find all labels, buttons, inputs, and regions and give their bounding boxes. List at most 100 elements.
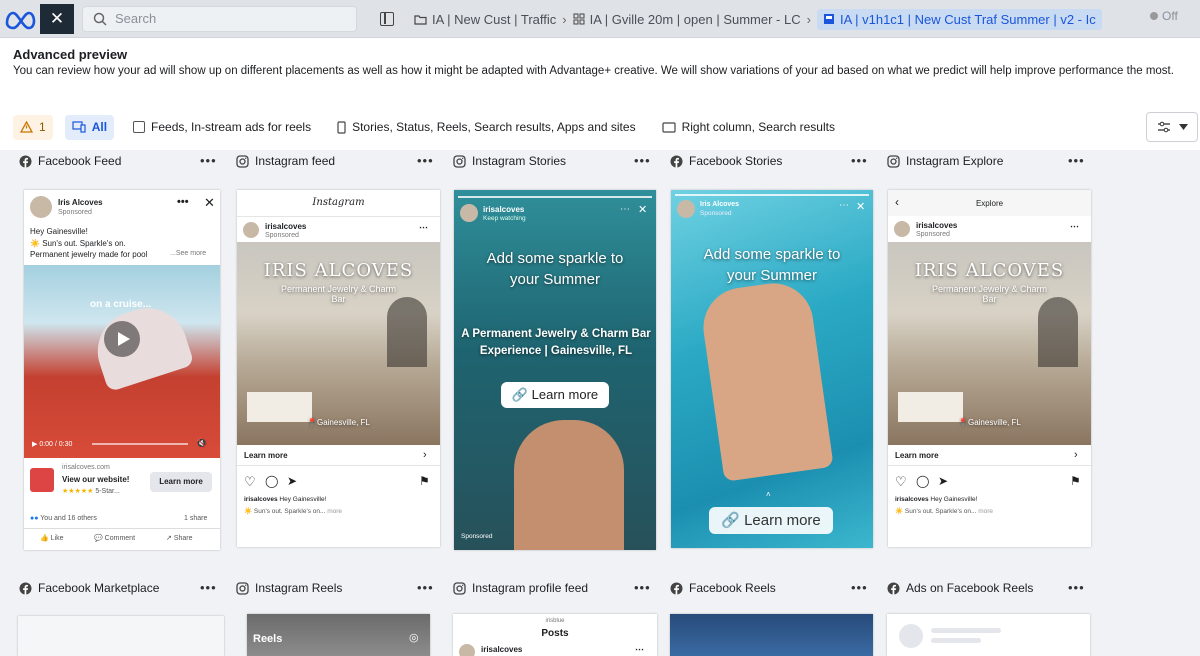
sponsored-label: Sponsored: [916, 231, 950, 238]
placement-label-facebook-reels: Facebook Reels: [670, 581, 776, 595]
preview-card-instagram-stories[interactable]: irisalcoves Keep watching ⋯ ✕ Add some s…: [454, 190, 656, 550]
account-handle: irisalcoves: [265, 222, 307, 231]
post-text-line1: Hey Gainesville!: [30, 227, 88, 236]
chevron-right-icon: ›: [423, 449, 427, 461]
overlay-subtitle: Permanent Jewelry & Charm Bar: [280, 284, 397, 304]
like-button[interactable]: 👍 Like: [40, 534, 64, 542]
learn-more-button[interactable]: Learn more: [150, 472, 212, 492]
close-icon[interactable]: ✕: [204, 195, 215, 211]
mute-icon[interactable]: 🔇: [196, 438, 207, 449]
more-options-icon[interactable]: •••: [1068, 580, 1085, 595]
breadcrumb-ad[interactable]: IA | v1h1c1 | New Cust Traf Summer | v2 …: [816, 8, 1102, 30]
sun-icon: ☀️: [244, 508, 254, 515]
learn-more-button[interactable]: 🔗 Learn more: [501, 382, 609, 408]
close-icon[interactable]: ✕: [40, 4, 74, 34]
preview-card-facebook-feed[interactable]: Iris Alcoves Sponsored ••• ✕ Hey Gainesv…: [24, 190, 220, 550]
comment-icon[interactable]: ◯: [265, 474, 278, 488]
heart-icon[interactable]: ♡: [244, 474, 256, 490]
share-button[interactable]: ↗ Share: [166, 534, 193, 542]
profile-username: irisblue: [545, 618, 565, 624]
reaction-summary[interactable]: ●● You and 16 others: [30, 515, 97, 522]
more-options-icon[interactable]: •••: [1068, 153, 1085, 168]
more-options-icon[interactable]: ⋯: [620, 204, 630, 215]
bookmark-icon[interactable]: ⚑: [1070, 474, 1081, 488]
breadcrumb: IA | New Cust | Traffic › IA | Gville 20…: [380, 6, 1102, 32]
more-options-icon[interactable]: ⋯: [839, 200, 849, 211]
preview-card-facebook-reels[interactable]: [670, 614, 873, 656]
filter-settings-button[interactable]: [1146, 112, 1198, 142]
placement-label-instagram-stories: Instagram Stories: [453, 154, 566, 168]
more-options-icon[interactable]: ⋯: [635, 644, 644, 655]
preview-card-facebook-marketplace[interactable]: [18, 616, 224, 656]
more-options-icon[interactable]: ⋯: [419, 222, 428, 233]
play-icon[interactable]: [104, 321, 140, 357]
story-body: A Permanent Jewelry & Charm Bar Experien…: [461, 328, 651, 357]
video-progress-bar[interactable]: [92, 443, 188, 445]
learn-more-link[interactable]: Learn more: [895, 451, 939, 460]
send-icon[interactable]: ➤: [287, 474, 297, 488]
page-name: Iris Alcoves: [700, 201, 740, 208]
more-link[interactable]: more: [978, 508, 993, 515]
preview-card-instagram-profile-feed[interactable]: irisblue Posts irisalcoves ⋯: [453, 614, 657, 656]
close-icon[interactable]: ✕: [638, 203, 647, 216]
preview-card-instagram-reels[interactable]: Reels ◎: [247, 614, 430, 656]
sliders-icon: [1157, 121, 1170, 133]
more-options-icon[interactable]: ⋯: [1070, 221, 1079, 232]
sun-icon: ☀️: [895, 508, 905, 515]
caption-line2: ☀️ Sun's out. Sparkle's on... more: [244, 508, 343, 515]
more-options-icon[interactable]: •••: [634, 580, 651, 595]
preview-card-instagram-explore[interactable]: ‹ Explore irisalcoves Sponsored ⋯ IRIS A…: [888, 190, 1091, 547]
facebook-icon: [670, 582, 683, 594]
link-icon: 🔗: [511, 387, 532, 402]
pin-icon: 📍: [307, 418, 317, 427]
overlay-subtitle: Permanent Jewelry & Charm Bar: [931, 284, 1048, 304]
avatar-placeholder: [899, 624, 923, 648]
page-name: Iris Alcoves: [58, 198, 103, 207]
bookmark-icon[interactable]: ⚑: [419, 474, 430, 488]
more-options-icon[interactable]: •••: [177, 196, 189, 208]
meta-logo-icon[interactable]: [4, 8, 38, 30]
breadcrumb-campaign[interactable]: IA | New Cust | Traffic: [414, 12, 556, 27]
more-options-icon[interactable]: •••: [417, 153, 434, 168]
story-headline: Add some sparkle to your Summer: [703, 246, 841, 284]
share-icon: ↗: [166, 535, 174, 542]
right-column-filter[interactable]: Right column, Search results: [655, 115, 842, 140]
comment-icon[interactable]: ◯: [916, 474, 929, 488]
caption: irisalcoves Hey Gainesville!: [895, 496, 978, 503]
warning-filter[interactable]: 1: [13, 114, 53, 140]
search-input[interactable]: Search: [82, 6, 357, 32]
checkbox[interactable]: [133, 121, 146, 133]
stories-filter[interactable]: Stories, Status, Reels, Search results, …: [330, 115, 642, 140]
camera-icon[interactable]: ◎: [409, 631, 419, 644]
breadcrumb-adset[interactable]: IA | Gville 20m | open | Summer - LC: [573, 12, 801, 27]
send-icon[interactable]: ➤: [938, 474, 948, 488]
preview-card-instagram-feed[interactable]: Instagram irisalcoves Sponsored ⋯ IRIS A…: [237, 190, 440, 547]
more-options-icon[interactable]: •••: [851, 580, 868, 595]
all-filter[interactable]: All: [64, 114, 115, 140]
feeds-filter[interactable]: Feeds, In-stream ads for reels: [126, 115, 318, 140]
caption: irisalcoves Hey Gainesville!: [244, 496, 327, 503]
more-link[interactable]: more: [327, 508, 342, 515]
video-controls[interactable]: ▶ 0:00 / 0:30: [32, 440, 72, 448]
chevron-right-icon: ›: [562, 11, 567, 27]
monitor-icon: [661, 121, 676, 133]
see-more-link[interactable]: ...See more: [170, 250, 206, 257]
placement-label-instagram-explore: Instagram Explore: [887, 154, 1003, 168]
close-icon[interactable]: ✕: [856, 200, 865, 213]
learn-more-button[interactable]: 🔗 Learn more: [709, 507, 833, 534]
more-options-icon[interactable]: •••: [634, 153, 651, 168]
learn-more-link[interactable]: Learn more: [244, 451, 288, 460]
more-options-icon[interactable]: •••: [200, 580, 217, 595]
more-options-icon[interactable]: •••: [200, 153, 217, 168]
search-placeholder: Search: [115, 11, 157, 26]
panel-toggle-icon[interactable]: [380, 12, 394, 26]
comment-button[interactable]: 💬 Comment: [94, 534, 135, 542]
more-options-icon[interactable]: •••: [417, 580, 434, 595]
video-thumbnail[interactable]: on a cruise... ▶ 0:00 / 0:30 🔇: [24, 265, 220, 458]
preview-card-facebook-stories[interactable]: Iris Alcoves Sponsored ⋯ ✕ Add some spar…: [671, 190, 873, 548]
heart-icon[interactable]: ♡: [895, 474, 907, 490]
ad-status-toggle[interactable]: Off: [1150, 9, 1178, 23]
preview-card-ads-on-facebook-reels[interactable]: [887, 614, 1090, 656]
placement-label-ads-on-facebook-reels: Ads on Facebook Reels: [887, 581, 1033, 595]
more-options-icon[interactable]: •••: [851, 153, 868, 168]
